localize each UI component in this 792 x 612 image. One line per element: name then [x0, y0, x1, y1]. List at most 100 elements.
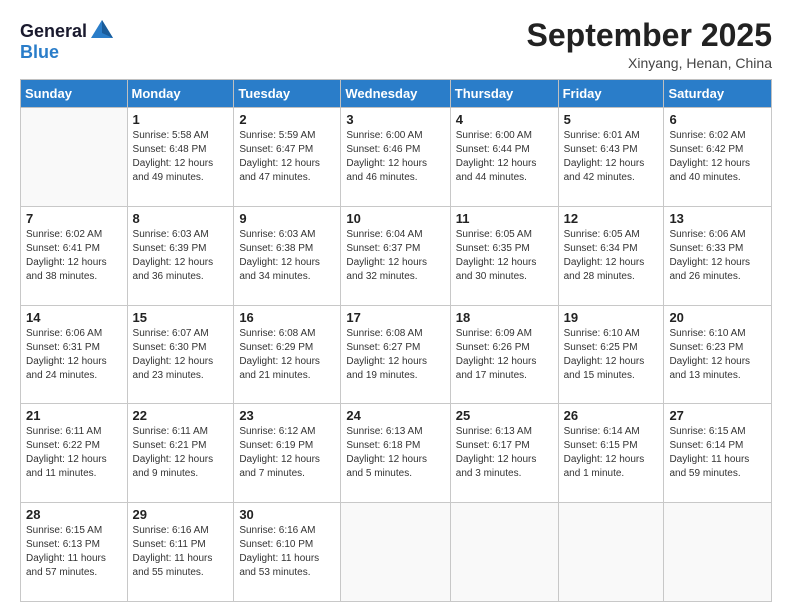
- calendar-cell: [341, 503, 450, 602]
- calendar-cell: 11Sunrise: 6:05 AM Sunset: 6:35 PM Dayli…: [450, 206, 558, 305]
- day-info: Sunrise: 6:10 AM Sunset: 6:23 PM Dayligh…: [669, 327, 766, 383]
- weekday-header-row: SundayMondayTuesdayWednesdayThursdayFrid…: [21, 80, 772, 108]
- day-number: 6: [669, 112, 766, 127]
- calendar-cell: [21, 108, 128, 207]
- day-info: Sunrise: 6:02 AM Sunset: 6:42 PM Dayligh…: [669, 129, 766, 185]
- calendar-cell: 2Sunrise: 5:59 AM Sunset: 6:47 PM Daylig…: [234, 108, 341, 207]
- calendar-cell: 26 Sunrise: 6:14 AM Sunset: 6:15 PM Dayli…: [558, 404, 664, 503]
- calendar-cell: [450, 503, 558, 602]
- calendar-cell: 27 Sunrise: 6:15 AM Sunset: 6:14 PM Dayli…: [664, 404, 772, 503]
- day-info: Sunrise: 6:08 AM Sunset: 6:29 PM Dayligh…: [239, 327, 335, 383]
- day-info: Sunrise: 6:07 AM Sunset: 6:30 PM Dayligh…: [133, 327, 229, 383]
- day-info: Sunrise: 5:58 AM Sunset: 6:48 PM Dayligh…: [133, 129, 229, 185]
- week-row-5: 28 Sunrise: 6:15 AM Sunset: 6:13 PM Dayli…: [21, 503, 772, 602]
- day-info: Sunrise: 6:13 AM Sunset: 6:18 PM Dayligh…: [346, 425, 444, 481]
- calendar-cell: 21 Sunrise: 6:11 AM Sunset: 6:22 PM Dayli…: [21, 404, 128, 503]
- calendar-cell: 18 Sunrise: 6:09 AM Sunset: 6:26 PM Dayli…: [450, 305, 558, 404]
- month-title: September 2025: [527, 18, 772, 53]
- header: General Blue September 2025 Xinyang, Hen…: [20, 18, 772, 71]
- day-info: Sunrise: 6:03 AM Sunset: 6:39 PM Dayligh…: [133, 228, 229, 284]
- logo-icon: [89, 18, 115, 44]
- day-info: Sunrise: 6:05 AM Sunset: 6:35 PM Dayligh…: [456, 228, 553, 284]
- day-number: 12: [564, 211, 659, 226]
- day-info: Sunrise: 5:59 AM Sunset: 6:47 PM Dayligh…: [239, 129, 335, 185]
- day-number: 5: [564, 112, 659, 127]
- logo-text: General Blue: [20, 18, 115, 63]
- logo: General Blue: [20, 18, 115, 63]
- day-info: Sunrise: 6:01 AM Sunset: 6:43 PM Dayligh…: [564, 129, 659, 185]
- day-number: 17: [346, 310, 444, 325]
- calendar-cell: 10 Sunrise: 6:04 AM Sunset: 6:37 PM Dayli…: [341, 206, 450, 305]
- day-info: Sunrise: 6:15 AM Sunset: 6:13 PM Dayligh…: [26, 524, 122, 580]
- day-info: Sunrise: 6:11 AM Sunset: 6:22 PM Dayligh…: [26, 425, 122, 481]
- day-info: Sunrise: 6:13 AM Sunset: 6:17 PM Dayligh…: [456, 425, 553, 481]
- day-info: Sunrise: 6:00 AM Sunset: 6:44 PM Dayligh…: [456, 129, 553, 185]
- calendar: SundayMondayTuesdayWednesdayThursdayFrid…: [20, 79, 772, 602]
- day-info: Sunrise: 6:15 AM Sunset: 6:14 PM Dayligh…: [669, 425, 766, 481]
- day-info: Sunrise: 6:06 AM Sunset: 6:31 PM Dayligh…: [26, 327, 122, 383]
- calendar-cell: [558, 503, 664, 602]
- weekday-header-sunday: Sunday: [21, 80, 128, 108]
- day-number: 27: [669, 408, 766, 423]
- day-number: 19: [564, 310, 659, 325]
- day-info: Sunrise: 6:00 AM Sunset: 6:46 PM Dayligh…: [346, 129, 444, 185]
- day-number: 20: [669, 310, 766, 325]
- day-info: Sunrise: 6:16 AM Sunset: 6:10 PM Dayligh…: [239, 524, 335, 580]
- day-info: Sunrise: 6:03 AM Sunset: 6:38 PM Dayligh…: [239, 228, 335, 284]
- day-number: 1: [133, 112, 229, 127]
- day-number: 13: [669, 211, 766, 226]
- day-info: Sunrise: 6:09 AM Sunset: 6:26 PM Dayligh…: [456, 327, 553, 383]
- calendar-cell: 22Sunrise: 6:11 AM Sunset: 6:21 PM Dayli…: [127, 404, 234, 503]
- calendar-cell: 24 Sunrise: 6:13 AM Sunset: 6:18 PM Dayli…: [341, 404, 450, 503]
- weekday-header-saturday: Saturday: [664, 80, 772, 108]
- day-number: 26: [564, 408, 659, 423]
- day-number: 8: [133, 211, 229, 226]
- title-block: September 2025 Xinyang, Henan, China: [527, 18, 772, 71]
- calendar-cell: 6 Sunrise: 6:02 AM Sunset: 6:42 PM Daylig…: [664, 108, 772, 207]
- day-info: Sunrise: 6:08 AM Sunset: 6:27 PM Dayligh…: [346, 327, 444, 383]
- weekday-header-wednesday: Wednesday: [341, 80, 450, 108]
- day-number: 21: [26, 408, 122, 423]
- week-row-2: 7 Sunrise: 6:02 AM Sunset: 6:41 PM Daylig…: [21, 206, 772, 305]
- calendar-cell: 5 Sunrise: 6:01 AM Sunset: 6:43 PM Daylig…: [558, 108, 664, 207]
- day-number: 23: [239, 408, 335, 423]
- day-info: Sunrise: 6:06 AM Sunset: 6:33 PM Dayligh…: [669, 228, 766, 284]
- day-number: 10: [346, 211, 444, 226]
- day-number: 9: [239, 211, 335, 226]
- calendar-cell: 23Sunrise: 6:12 AM Sunset: 6:19 PM Dayli…: [234, 404, 341, 503]
- calendar-cell: 14 Sunrise: 6:06 AM Sunset: 6:31 PM Dayli…: [21, 305, 128, 404]
- day-number: 18: [456, 310, 553, 325]
- weekday-header-friday: Friday: [558, 80, 664, 108]
- calendar-cell: 19Sunrise: 6:10 AM Sunset: 6:25 PM Dayli…: [558, 305, 664, 404]
- day-info: Sunrise: 6:14 AM Sunset: 6:15 PM Dayligh…: [564, 425, 659, 481]
- week-row-1: 1 Sunrise: 5:58 AM Sunset: 6:48 PM Daylig…: [21, 108, 772, 207]
- day-info: Sunrise: 6:04 AM Sunset: 6:37 PM Dayligh…: [346, 228, 444, 284]
- day-info: Sunrise: 6:11 AM Sunset: 6:21 PM Dayligh…: [133, 425, 229, 481]
- day-number: 24: [346, 408, 444, 423]
- day-number: 28: [26, 507, 122, 522]
- day-info: Sunrise: 6:05 AM Sunset: 6:34 PM Dayligh…: [564, 228, 659, 284]
- calendar-cell: 1 Sunrise: 5:58 AM Sunset: 6:48 PM Daylig…: [127, 108, 234, 207]
- calendar-cell: 29Sunrise: 6:16 AM Sunset: 6:11 PM Dayli…: [127, 503, 234, 602]
- day-number: 15: [133, 310, 229, 325]
- calendar-cell: 28 Sunrise: 6:15 AM Sunset: 6:13 PM Dayli…: [21, 503, 128, 602]
- calendar-cell: 3 Sunrise: 6:00 AM Sunset: 6:46 PM Daylig…: [341, 108, 450, 207]
- calendar-cell: 9 Sunrise: 6:03 AM Sunset: 6:38 PM Daylig…: [234, 206, 341, 305]
- day-number: 4: [456, 112, 553, 127]
- day-number: 3: [346, 112, 444, 127]
- week-row-4: 21 Sunrise: 6:11 AM Sunset: 6:22 PM Dayli…: [21, 404, 772, 503]
- day-number: 25: [456, 408, 553, 423]
- day-number: 7: [26, 211, 122, 226]
- weekday-header-thursday: Thursday: [450, 80, 558, 108]
- calendar-cell: 30 Sunrise: 6:16 AM Sunset: 6:10 PM Dayli…: [234, 503, 341, 602]
- day-number: 14: [26, 310, 122, 325]
- subtitle: Xinyang, Henan, China: [527, 55, 772, 71]
- day-info: Sunrise: 6:02 AM Sunset: 6:41 PM Dayligh…: [26, 228, 122, 284]
- calendar-cell: 16 Sunrise: 6:08 AM Sunset: 6:29 PM Dayli…: [234, 305, 341, 404]
- calendar-cell: 15 Sunrise: 6:07 AM Sunset: 6:30 PM Dayli…: [127, 305, 234, 404]
- day-info: Sunrise: 6:16 AM Sunset: 6:11 PM Dayligh…: [133, 524, 229, 580]
- day-number: 16: [239, 310, 335, 325]
- calendar-cell: 8 Sunrise: 6:03 AM Sunset: 6:39 PM Daylig…: [127, 206, 234, 305]
- calendar-cell: [664, 503, 772, 602]
- day-number: 30: [239, 507, 335, 522]
